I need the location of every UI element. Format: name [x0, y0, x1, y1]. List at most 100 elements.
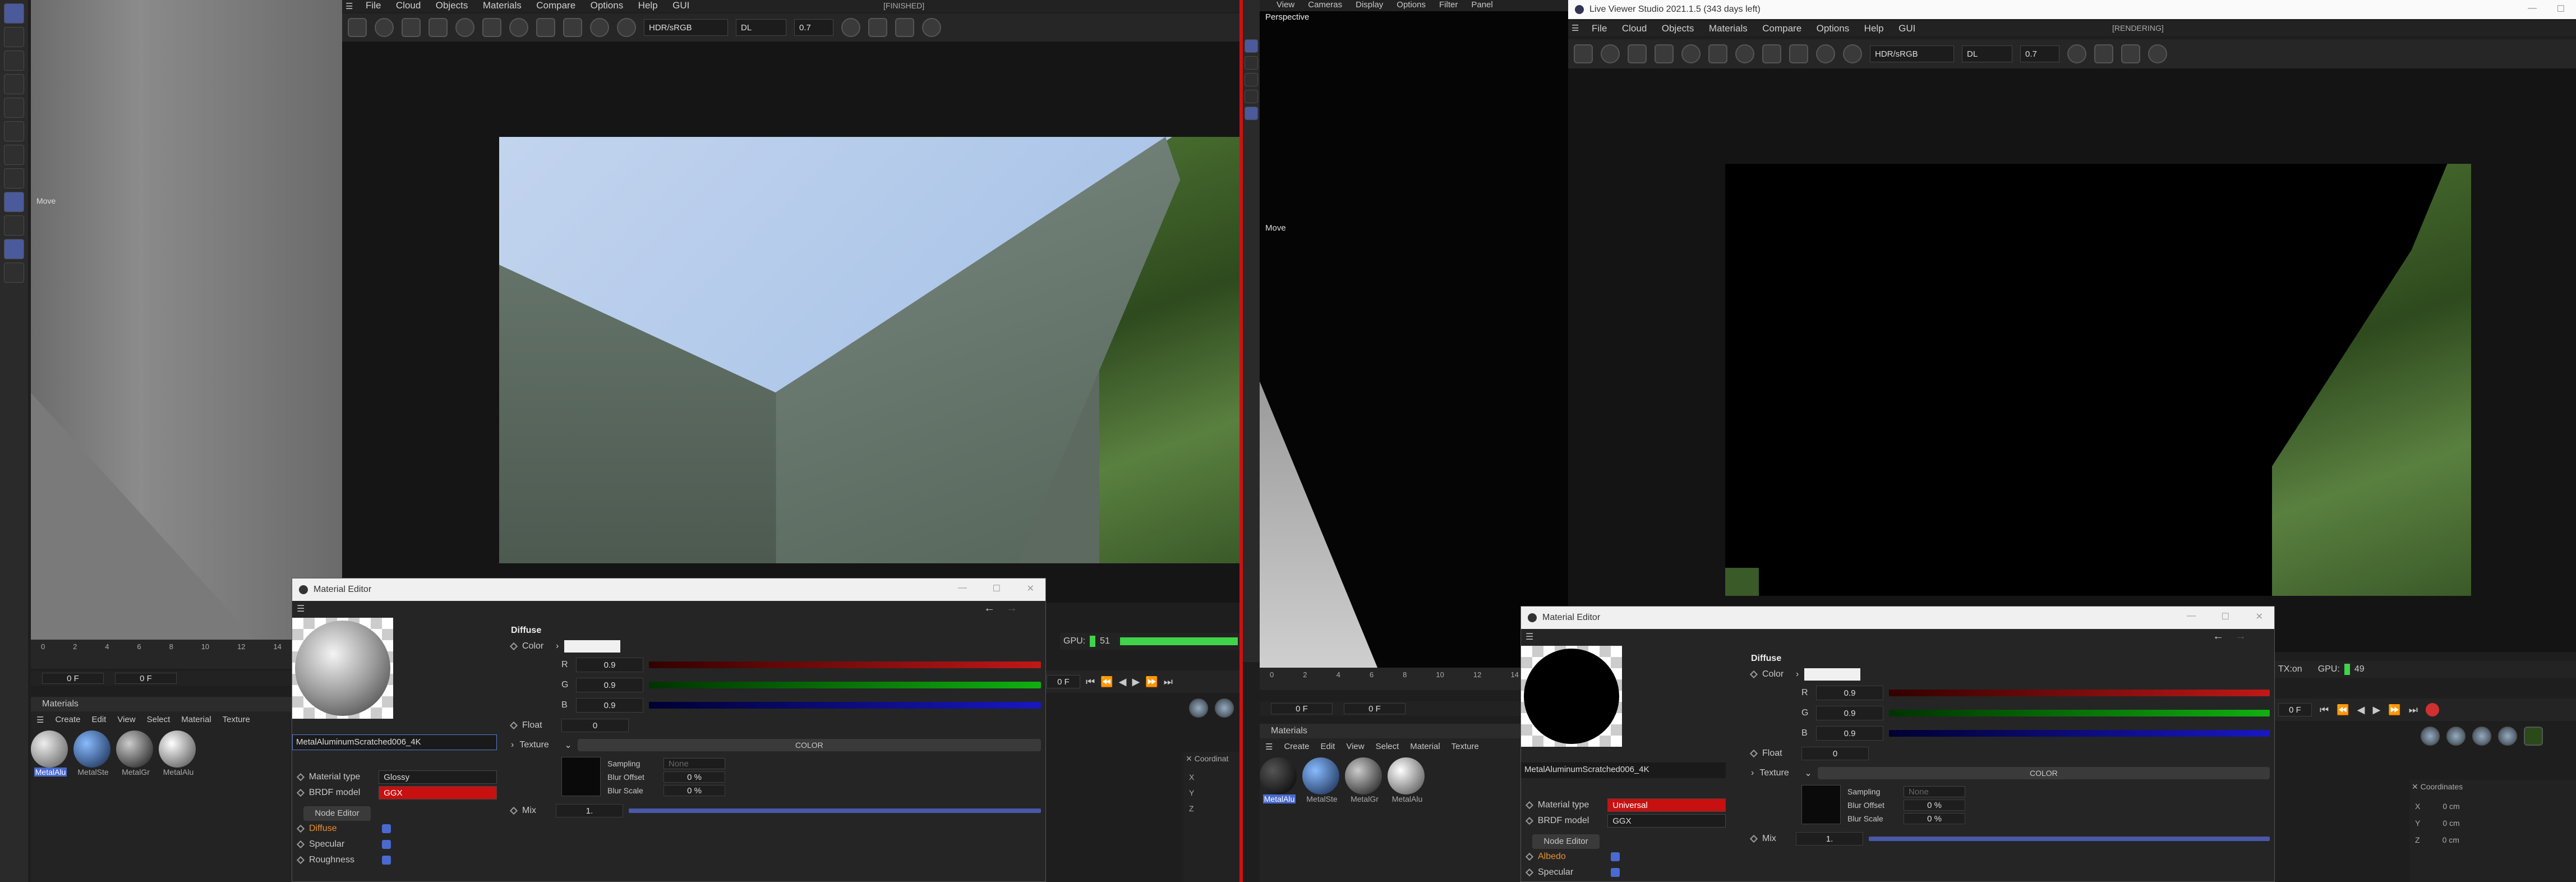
channel-specular[interactable]: Specular: [1538, 867, 1605, 878]
blur-scale-field[interactable]: 0 %: [1904, 813, 1965, 824]
materials-menu-material[interactable]: Material: [181, 715, 211, 725]
texture-mode-button[interactable]: COLOR: [577, 739, 1041, 751]
display-icon[interactable]: [2094, 44, 2113, 63]
c4d-timeline[interactable]: 0 2 4 6 8 10 12 14: [31, 640, 292, 669]
motion-icon[interactable]: [617, 18, 636, 37]
b-field[interactable]: 0.9: [576, 698, 643, 713]
focus-icon[interactable]: [590, 18, 609, 37]
sphere-icon[interactable]: [1735, 44, 1754, 63]
blur-offset-field[interactable]: 0 %: [663, 771, 725, 783]
frame-current-field[interactable]: 0 F: [1344, 703, 1405, 714]
material-swatch[interactable]: MetalGr: [1345, 757, 1384, 805]
material-swatch[interactable]: MetalSte: [1302, 757, 1342, 805]
sphere-icon[interactable]: [2446, 727, 2466, 746]
material-preview[interactable]: [292, 618, 393, 719]
vp-menu-panel[interactable]: Panel: [1471, 0, 1492, 11]
channel-checkbox[interactable]: [382, 840, 391, 849]
materials-menu-texture[interactable]: Texture: [1451, 742, 1479, 752]
focus-icon[interactable]: [1816, 44, 1835, 63]
close-icon[interactable]: ✕: [1027, 583, 1034, 594]
lv-menu-objects[interactable]: Objects: [1662, 23, 1694, 34]
blur-offset-field[interactable]: 0 %: [1904, 800, 1965, 811]
minimize-icon[interactable]: —: [958, 583, 967, 593]
mix-slider[interactable]: [1869, 837, 2270, 841]
camera-icon[interactable]: [1789, 44, 1808, 63]
materials-menu-select[interactable]: Select: [147, 715, 170, 725]
c4d-perspective-viewport[interactable]: View Cameras Display Options Filter Pane…: [1260, 0, 1568, 668]
texture-thumbnail[interactable]: [561, 757, 601, 796]
goto-end-icon[interactable]: ⏭: [1164, 676, 1173, 688]
flower-icon[interactable]: [2524, 727, 2543, 746]
keyframe-icon[interactable]: [1749, 749, 1758, 758]
tool-move-button[interactable]: [4, 239, 24, 259]
vp-menu-filter[interactable]: Filter: [1439, 0, 1458, 11]
kernel-select[interactable]: DL: [736, 19, 786, 36]
lv-menu-materials[interactable]: Materials: [483, 0, 522, 11]
sphere-icon[interactable]: [2472, 727, 2491, 746]
vp-menu-view[interactable]: View: [1277, 0, 1294, 11]
refresh-icon[interactable]: [1601, 44, 1620, 63]
lock-icon[interactable]: [348, 18, 367, 37]
brdf-select[interactable]: GGX: [379, 786, 497, 800]
exposure-field[interactable]: 0.7: [2020, 45, 2059, 62]
tool-magnet-button[interactable]: [4, 215, 24, 236]
material-type-select[interactable]: Glossy: [379, 770, 497, 784]
node-editor-button[interactable]: Node Editor: [1532, 834, 1600, 849]
close-icon[interactable]: ✕: [1186, 754, 1192, 763]
tool-scale-button[interactable]: [4, 74, 24, 94]
sphere-icon[interactable]: [1215, 699, 1234, 718]
materials-menu-create[interactable]: Create: [55, 715, 80, 725]
lock-icon[interactable]: [1574, 44, 1593, 63]
channel-checkbox[interactable]: [1611, 868, 1620, 877]
material-swatch[interactable]: MetalGr: [116, 731, 155, 778]
materials-menu-edit[interactable]: Edit: [91, 715, 106, 725]
vp-menu-display[interactable]: Display: [1356, 0, 1383, 11]
play-back-icon[interactable]: ◀: [1119, 676, 1127, 688]
coord-x-value[interactable]: 0 cm: [2443, 802, 2459, 811]
materials-menu-select[interactable]: Select: [1376, 742, 1399, 752]
lv-left-render-area[interactable]: [342, 42, 1239, 603]
blur-scale-field[interactable]: 0 %: [663, 785, 725, 796]
channel-albedo[interactable]: Albedo: [1538, 852, 1605, 862]
back-arrow-icon[interactable]: ←: [2213, 630, 2224, 643]
r-field[interactable]: 0.9: [576, 658, 643, 672]
materials-menu-view[interactable]: View: [117, 715, 135, 725]
channel-roughness[interactable]: Roughness: [309, 855, 376, 865]
c4d-timeline[interactable]: 0 2 4 6 8 10 12 14: [1260, 668, 1529, 690]
keyframe-icon[interactable]: [1525, 868, 1534, 877]
tool-view-button[interactable]: [4, 3, 24, 24]
lv-menu-cloud[interactable]: Cloud: [396, 0, 421, 11]
keyframe-icon[interactable]: [1749, 834, 1758, 843]
forward-arrow-icon[interactable]: →: [1006, 602, 1017, 615]
chevron-down-icon[interactable]: ⌄: [1804, 768, 1812, 779]
float-field[interactable]: 0: [561, 719, 629, 732]
add-icon[interactable]: [536, 18, 555, 37]
materials-menu-create[interactable]: Create: [1284, 742, 1309, 752]
tool-grid-button[interactable]: [1245, 56, 1258, 70]
keyframe-icon[interactable]: [509, 642, 518, 651]
view-icon[interactable]: [841, 18, 860, 37]
exposure-field[interactable]: 0.7: [794, 19, 833, 36]
color-space-select[interactable]: HDR/sRGB: [1870, 45, 1954, 62]
region-icon[interactable]: [428, 18, 448, 37]
settings-icon[interactable]: [922, 18, 941, 37]
chevron-down-icon[interactable]: ⌄: [564, 739, 572, 751]
keyframe-icon[interactable]: [296, 773, 305, 781]
keyframe-icon[interactable]: [509, 806, 518, 815]
keyframe-icon[interactable]: [296, 840, 305, 849]
sphere-icon[interactable]: [2498, 727, 2517, 746]
lv-menu-options[interactable]: Options: [591, 0, 624, 11]
keyframe-icon[interactable]: [1749, 670, 1758, 679]
vp-menu-options[interactable]: Options: [1397, 0, 1426, 11]
chevron-right-icon[interactable]: ›: [1796, 669, 1799, 679]
keyframe-icon[interactable]: [296, 789, 305, 797]
sampling-select[interactable]: None: [663, 758, 725, 769]
brdf-select[interactable]: GGX: [1607, 814, 1726, 828]
lv-menu-icon[interactable]: ☰: [1572, 23, 1579, 33]
gear-icon[interactable]: [1681, 44, 1701, 63]
lv-right-render-area[interactable]: [1568, 68, 2576, 652]
chevron-right-icon[interactable]: ›: [556, 641, 559, 651]
g-slider[interactable]: [1889, 710, 2270, 716]
coord-z-value[interactable]: 0 cm: [2443, 835, 2459, 844]
g-field[interactable]: 0.9: [576, 678, 643, 692]
